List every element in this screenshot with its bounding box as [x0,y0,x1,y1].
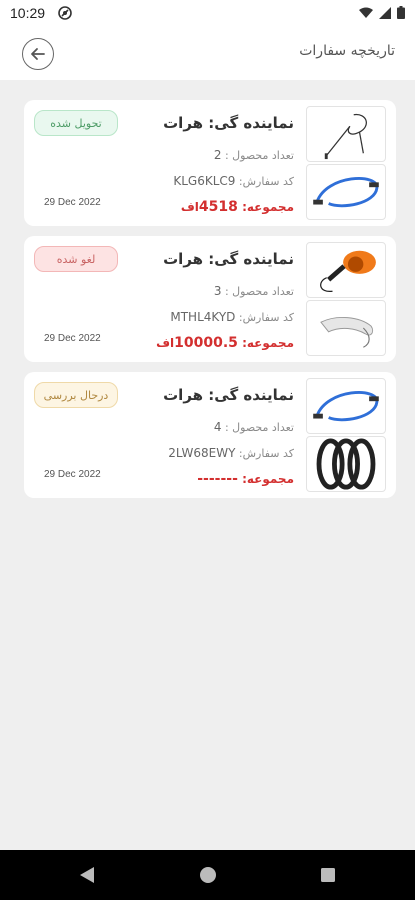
signal-icon [379,6,391,19]
back-button[interactable] [22,38,54,70]
order-code-label: کد سفارش: [238,311,294,324]
blue-cable-icon [313,391,379,422]
status-badge: لغو شده [34,246,118,272]
order-code: کد سفارش: 2LW68EWY [168,446,294,460]
order-card[interactable]: نماینده گی: هرات تعداد محصول : 2 کد سفار… [24,100,396,226]
status-bar: 10:29 [0,0,415,28]
order-code-value: MTHL4KYD [170,310,236,324]
order-card[interactable]: نماینده گی: هرات تعداد محصول : 3 کد سفار… [24,236,396,362]
product-count-value: 3 [213,284,222,298]
order-code-label: کد سفارش: [238,447,294,460]
order-total: مجموعه: 4518اف [181,199,294,215]
order-total-currency: اف [180,200,199,214]
app-bar: تاریخچه سفارات [0,28,415,80]
order-code: کد سفارش: MTHL4KYD [170,310,294,324]
product-count: تعداد محصول : 3 [214,284,294,298]
tire-icon [316,438,376,490]
blue-cable-icon [313,177,379,208]
product-image-fender [306,300,386,356]
order-code-value: 2LW68EWY [168,446,236,460]
battery-icon [397,6,405,19]
nav-recents-icon[interactable] [319,865,337,885]
order-code-value: KLG6KLC9 [173,174,236,188]
order-total: مجموعه: 10000.5اف [156,335,294,351]
product-count-label: تعداد محصول : [224,149,294,162]
order-total-label: مجموعه: [242,336,294,350]
app-notification-icon [58,6,72,20]
order-card[interactable]: نماینده گی: هرات تعداد محصول : 4 کد سفار… [24,372,396,498]
cable-icon [324,114,367,160]
product-count-label: تعداد محصول : [224,421,294,434]
arrow-left-icon [31,48,45,60]
order-date: 29 Dec 2022 [44,333,101,344]
orders-list: نماینده گی: هرات تعداد محصول : 2 کد سفار… [24,100,396,508]
product-image-turn-signal [306,242,386,298]
order-total: مجموعه: ------- [197,471,294,487]
product-count-value: 2 [213,148,222,162]
status-badge: تحویل شده [34,110,118,136]
nav-home-icon[interactable] [199,865,217,885]
dealer-name: نماینده گی: هرات [163,250,294,268]
page-title: تاریخچه سفارات [299,43,395,59]
product-count-label: تعداد محصول : [224,285,294,298]
product-count-value: 4 [213,420,222,434]
product-image-cable [306,106,386,162]
product-image-blue-cable [306,378,386,434]
product-count: تعداد محصول : 4 [214,420,294,434]
order-date: 29 Dec 2022 [44,197,101,208]
status-time: 10:29 [10,5,46,21]
order-total-currency: اف [156,336,175,350]
dealer-name: نماینده گی: هرات [163,386,294,404]
turn-signal-icon [320,250,376,292]
status-badge: درحال بررسی [34,382,118,408]
wifi-icon [359,7,373,18]
order-date: 29 Dec 2022 [44,469,101,480]
product-image-blue-cable [306,164,386,220]
fender-icon [320,317,374,348]
order-total-value: 10000.5 [174,335,238,351]
order-total-label: مجموعه: [242,472,294,486]
order-total-label: مجموعه: [242,200,294,214]
order-total-value: ------- [197,471,238,487]
dealer-name: نماینده گی: هرات [163,114,294,132]
product-image-tire [306,436,386,492]
nav-back-icon[interactable] [78,865,96,885]
order-total-value: 4518 [198,199,238,215]
order-code-label: کد سفارش: [238,175,294,188]
order-code: کد سفارش: KLG6KLC9 [173,174,294,188]
product-count: تعداد محصول : 2 [214,148,294,162]
system-nav-bar [0,850,415,900]
status-icons [359,6,405,19]
